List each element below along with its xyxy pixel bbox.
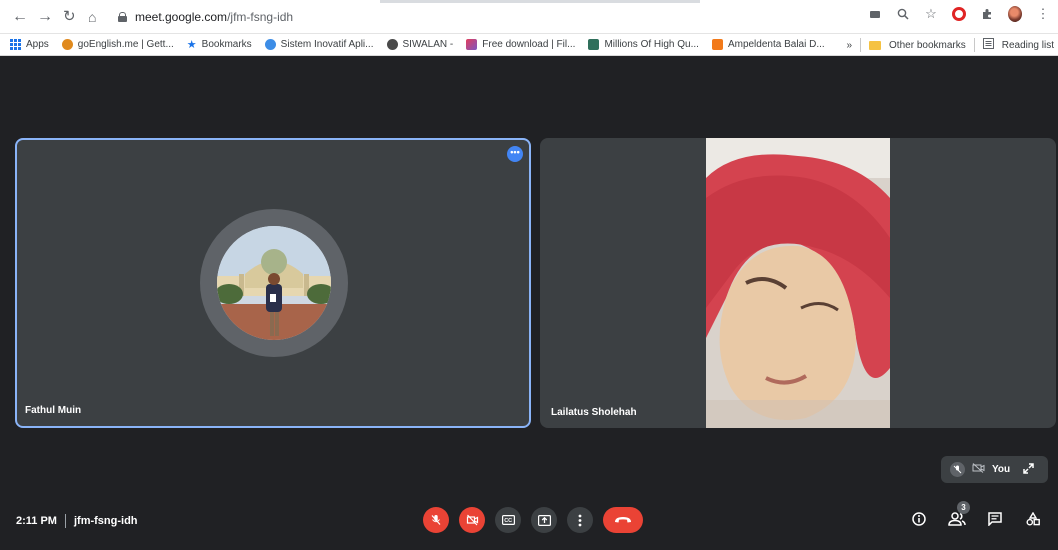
apps-grid-icon: [10, 39, 21, 50]
call-controls: CC: [423, 507, 643, 533]
bookmark-label: Ampeldenta Balai D...: [727, 39, 825, 50]
leave-call-button[interactable]: [603, 507, 643, 533]
avatar-ring: [200, 209, 348, 357]
reload-icon[interactable]: ↻: [63, 9, 76, 25]
meeting-code: jfm-fsng-idh: [73, 515, 138, 527]
chat-button[interactable]: [984, 508, 1006, 530]
camera-off-icon: [466, 514, 478, 526]
bookmark-label: Sistem Inovatif Apli...: [280, 39, 374, 50]
bookmarks-right: » Other bookmarks Reading list: [840, 34, 1054, 55]
home-icon[interactable]: ⌂: [88, 9, 96, 25]
bookmark-item[interactable]: Millions Of High Qu...: [588, 39, 699, 50]
bookmark-label: Millions Of High Qu...: [604, 39, 699, 50]
bookmark-item[interactable]: Free download | Fil...: [466, 39, 575, 50]
reading-list-button[interactable]: Reading list: [1002, 40, 1054, 51]
participant-name: Lailatus Sholehah: [551, 407, 637, 418]
camera-in-use-icon[interactable]: [868, 7, 882, 21]
reading-list-icon: [982, 38, 994, 52]
bookmark-label: Free download | Fil...: [482, 39, 576, 50]
meet-window: ← → ↻ ⌂ meet.google.com/jfm-fsng-idh ☆ ⋮: [0, 0, 1058, 550]
svg-text:CC: CC: [504, 518, 512, 524]
opera-icon[interactable]: [952, 7, 966, 21]
folder-icon: [869, 40, 882, 50]
people-button[interactable]: 3: [946, 501, 970, 530]
forward-icon[interactable]: →: [37, 9, 53, 25]
divider: [64, 514, 66, 528]
freepik-icon: [466, 39, 478, 50]
blogger-icon: [711, 39, 723, 50]
tab-strip-edge: [380, 0, 700, 3]
bookmark-item[interactable]: goEnglish.me | Gett...: [61, 39, 174, 50]
bookmark-label: Apps: [26, 39, 49, 50]
bookmark-label: Bookmarks: [201, 39, 252, 50]
globe-icon: [386, 39, 398, 50]
lock-icon: [118, 12, 127, 22]
divider: [860, 38, 862, 52]
bookmarks-bar: Apps goEnglish.me | Gett... ★ Bookmarks …: [0, 34, 1058, 56]
address-bar[interactable]: meet.google.com/jfm-fsng-idh: [118, 8, 293, 26]
present-button[interactable]: [531, 507, 557, 533]
star-icon[interactable]: ☆: [924, 6, 938, 21]
divider: [973, 38, 975, 52]
extensions-icon[interactable]: [980, 7, 994, 21]
bookmark-label: SIWALAN -: [402, 39, 454, 50]
chat-icon: [988, 512, 1002, 526]
captions-icon: CC: [501, 515, 515, 525]
bookmark-item[interactable]: Sistem Inovatif Apli...: [264, 39, 374, 50]
other-bookmarks-button[interactable]: Other bookmarks: [889, 40, 966, 51]
url-text: meet.google.com/jfm-fsng-idh: [135, 10, 294, 24]
browser-toolbar: ← → ↻ ⌂ meet.google.com/jfm-fsng-idh ☆ ⋮: [0, 0, 1058, 34]
expand-icon[interactable]: [1023, 462, 1034, 477]
meeting-info-button[interactable]: [908, 508, 930, 530]
participant-name: Fathul Muin: [25, 405, 82, 416]
more-vert-icon: [578, 514, 582, 526]
clock-time: 2:11 PM: [16, 515, 57, 527]
meeting-details: 2:11 PM jfm-fsng-idh: [16, 514, 138, 528]
more-options-icon[interactable]: •••: [507, 146, 523, 162]
bookmark-label: goEnglish.me | Gett...: [77, 39, 174, 50]
bookmark-item[interactable]: Apps: [10, 39, 49, 50]
participant-tile[interactable]: Lailatus Sholehah: [540, 138, 1056, 428]
zoom-icon[interactable]: [896, 7, 910, 21]
camera-off-icon: [972, 463, 985, 476]
avatar: [217, 226, 331, 340]
bookmark-item[interactable]: ★ Bookmarks: [187, 38, 252, 51]
bookmark-item[interactable]: SIWALAN -: [386, 39, 454, 50]
captions-button[interactable]: CC: [495, 507, 521, 533]
toolbar-right-icons: ☆ ⋮: [868, 6, 1050, 22]
camera-toggle-button[interactable]: [459, 507, 485, 533]
self-label: You: [992, 464, 1011, 475]
site-icon: [588, 39, 600, 50]
more-options-button[interactable]: [567, 507, 593, 533]
activities-icon: [1026, 512, 1040, 526]
mic-off-icon: [431, 515, 441, 525]
activities-button[interactable]: [1022, 508, 1044, 530]
people-count-badge: 3: [957, 501, 970, 514]
mic-toggle-button[interactable]: [423, 507, 449, 533]
more-bookmarks-button[interactable]: »: [846, 40, 852, 51]
site-icon: [264, 39, 276, 50]
present-icon: [537, 514, 551, 526]
participant-tile[interactable]: ••• Fathul Muin: [15, 138, 531, 428]
mic-off-icon: [950, 462, 965, 477]
end-call-icon: [615, 517, 631, 523]
people-icon: [948, 512, 966, 526]
bookmark-item[interactable]: Ampeldenta Balai D...: [711, 39, 825, 50]
info-icon: [912, 512, 926, 526]
star-icon: ★: [186, 39, 197, 51]
profile-avatar[interactable]: [1008, 6, 1022, 22]
back-icon[interactable]: ←: [12, 9, 28, 25]
goenglish-icon: [61, 39, 73, 50]
menu-icon[interactable]: ⋮: [1036, 6, 1050, 21]
side-panel-controls: 3: [908, 501, 1044, 530]
participant-video: [706, 138, 890, 428]
self-view[interactable]: You: [941, 456, 1048, 483]
